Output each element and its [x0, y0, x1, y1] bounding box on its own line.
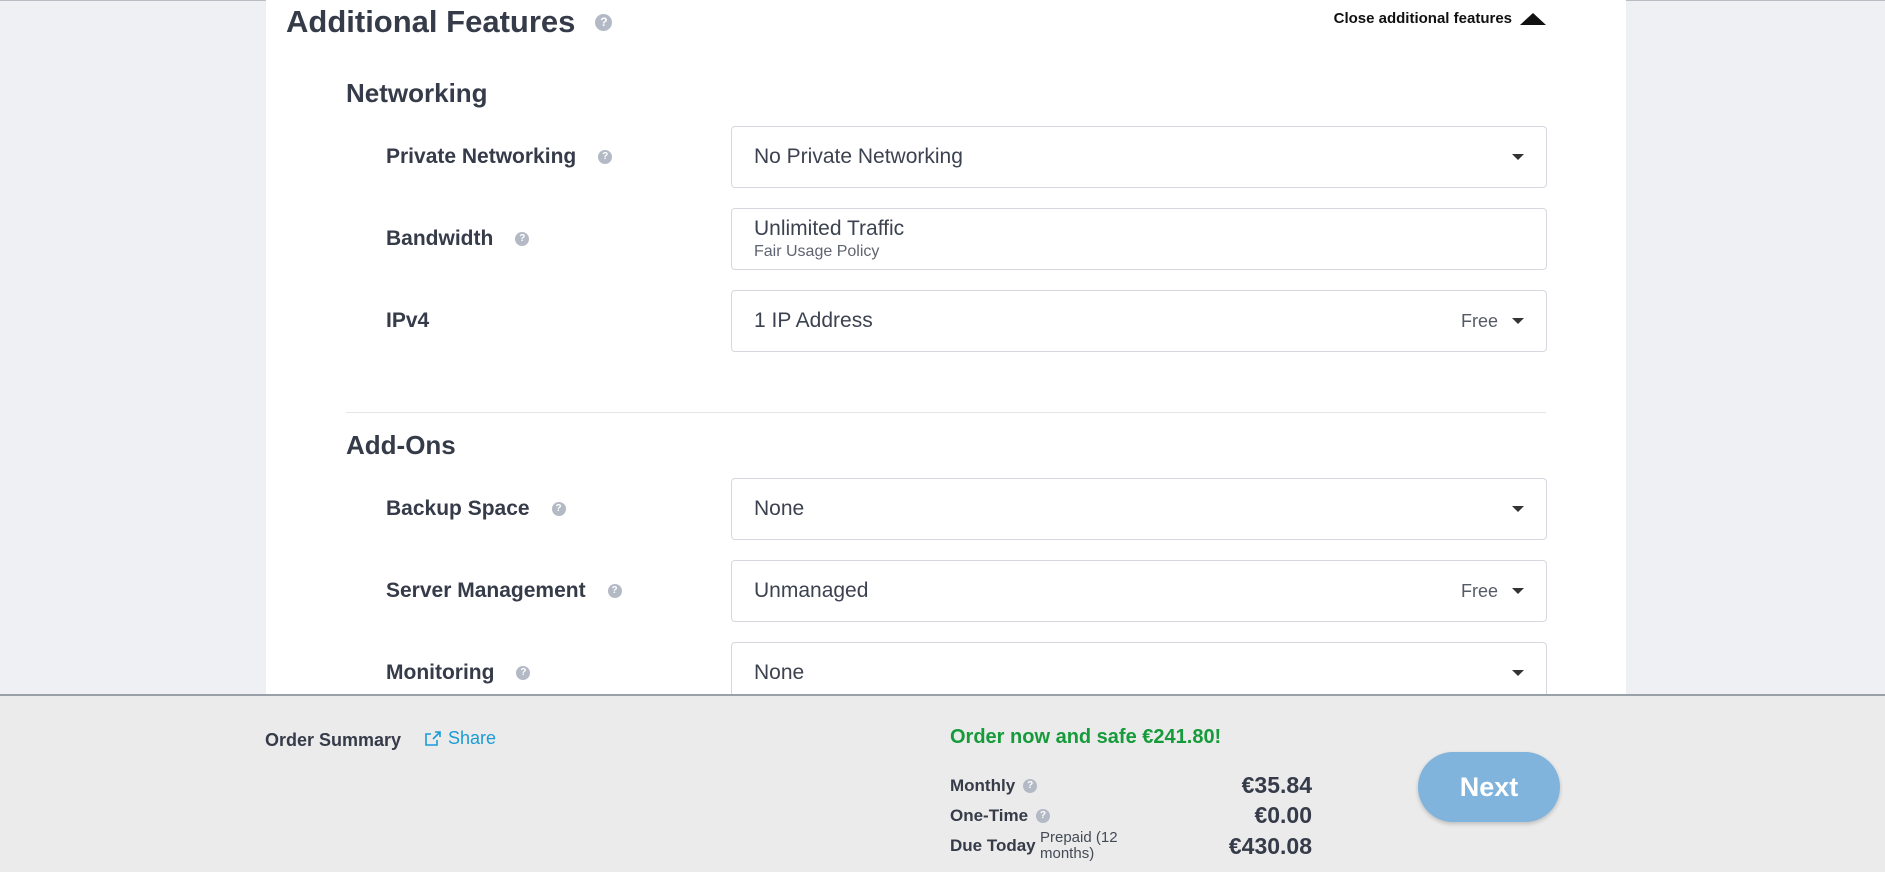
server-management-select[interactable]: Unmanaged Free — [731, 560, 1547, 622]
monthly-row: Monthly ? €35.84 — [950, 772, 1312, 799]
close-additional-features-label: Close additional features — [1333, 10, 1512, 27]
section-divider — [346, 412, 1546, 413]
help-icon[interactable]: ? — [516, 666, 531, 680]
server-management-price: Free — [1460, 580, 1498, 601]
private-networking-value: No Private Networking — [754, 145, 963, 168]
networking-heading: Networking — [346, 78, 488, 108]
due-today-amount: €430.08 — [1228, 832, 1312, 859]
monthly-label-text: Monthly — [950, 775, 1016, 795]
caret-down-icon — [1512, 506, 1524, 512]
close-additional-features-link[interactable]: Close additional features — [1334, 10, 1546, 27]
page-title: Additional Features — [286, 4, 576, 39]
bandwidth-label: Bandwidth ? — [386, 208, 530, 270]
one-time-label: One-Time ? — [950, 805, 1051, 826]
bandwidth-label-text: Bandwidth — [386, 227, 494, 250]
backup-space-value: None — [754, 497, 805, 520]
monitoring-label-text: Monitoring — [386, 661, 495, 684]
ipv4-select[interactable]: 1 IP Address Free — [731, 290, 1547, 352]
help-icon[interactable]: ? — [607, 584, 622, 598]
ipv4-label: IPv4 — [386, 290, 429, 352]
help-icon[interactable]: ? — [598, 150, 613, 164]
server-management-value: Unmanaged — [754, 579, 869, 602]
features-card: Additional Features ? Close additional f… — [266, 0, 1626, 704]
caret-down-icon — [1512, 154, 1524, 160]
one-time-row: One-Time ? €0.00 — [950, 802, 1312, 829]
help-icon[interactable]: ? — [551, 502, 566, 516]
monthly-label: Monthly ? — [950, 775, 1038, 796]
prepaid-note: Prepaid (12 months) — [1040, 829, 1118, 862]
backup-space-label-text: Backup Space — [386, 497, 530, 520]
help-icon[interactable]: ? — [515, 232, 530, 246]
share-link[interactable]: Share — [424, 728, 496, 749]
ipv4-price: Free — [1460, 310, 1498, 331]
order-summary-bar: Order Summary Share Order now and safe €… — [0, 694, 1885, 872]
one-time-label-text: One-Time — [950, 805, 1029, 825]
private-networking-label: Private Networking ? — [386, 126, 613, 188]
bandwidth-subtext: Fair Usage Policy — [754, 243, 880, 260]
help-icon[interactable]: ? — [1036, 808, 1051, 823]
next-button[interactable]: Next — [1418, 752, 1560, 822]
bandwidth-field: Unlimited Traffic Fair Usage Policy — [731, 208, 1547, 270]
ipv4-value: 1 IP Address — [754, 309, 873, 332]
server-management-label: Server Management ? — [386, 560, 622, 622]
backup-space-select[interactable]: None — [731, 478, 1547, 540]
share-label: Share — [448, 728, 497, 748]
due-today-label: Due Today — [950, 836, 1036, 855]
caret-down-icon — [1512, 588, 1524, 594]
share-icon — [425, 730, 441, 746]
additional-features-heading: Additional Features ? — [286, 4, 613, 40]
due-today-row: Due Today Prepaid (12 months) €430.08 — [950, 830, 1312, 862]
server-management-label-text: Server Management — [386, 579, 586, 602]
private-networking-select[interactable]: No Private Networking — [731, 126, 1547, 188]
private-networking-label-text: Private Networking — [386, 145, 577, 168]
help-icon[interactable]: ? — [1023, 778, 1038, 793]
bandwidth-value: Unlimited Traffic — [754, 217, 905, 240]
triangle-up-icon — [1520, 12, 1546, 25]
backup-space-label: Backup Space ? — [386, 478, 566, 540]
caret-down-icon — [1512, 670, 1524, 676]
help-icon[interactable]: ? — [595, 13, 613, 31]
monitoring-value: None — [754, 661, 805, 684]
add-ons-heading: Add-Ons — [346, 430, 456, 460]
order-summary-title: Order Summary — [265, 730, 402, 750]
caret-down-icon — [1512, 318, 1524, 324]
ipv4-label-text: IPv4 — [386, 309, 430, 332]
promo-text: Order now and safe €241.80! — [950, 726, 1222, 748]
one-time-amount: €0.00 — [1254, 802, 1312, 828]
monthly-amount: €35.84 — [1241, 772, 1312, 798]
